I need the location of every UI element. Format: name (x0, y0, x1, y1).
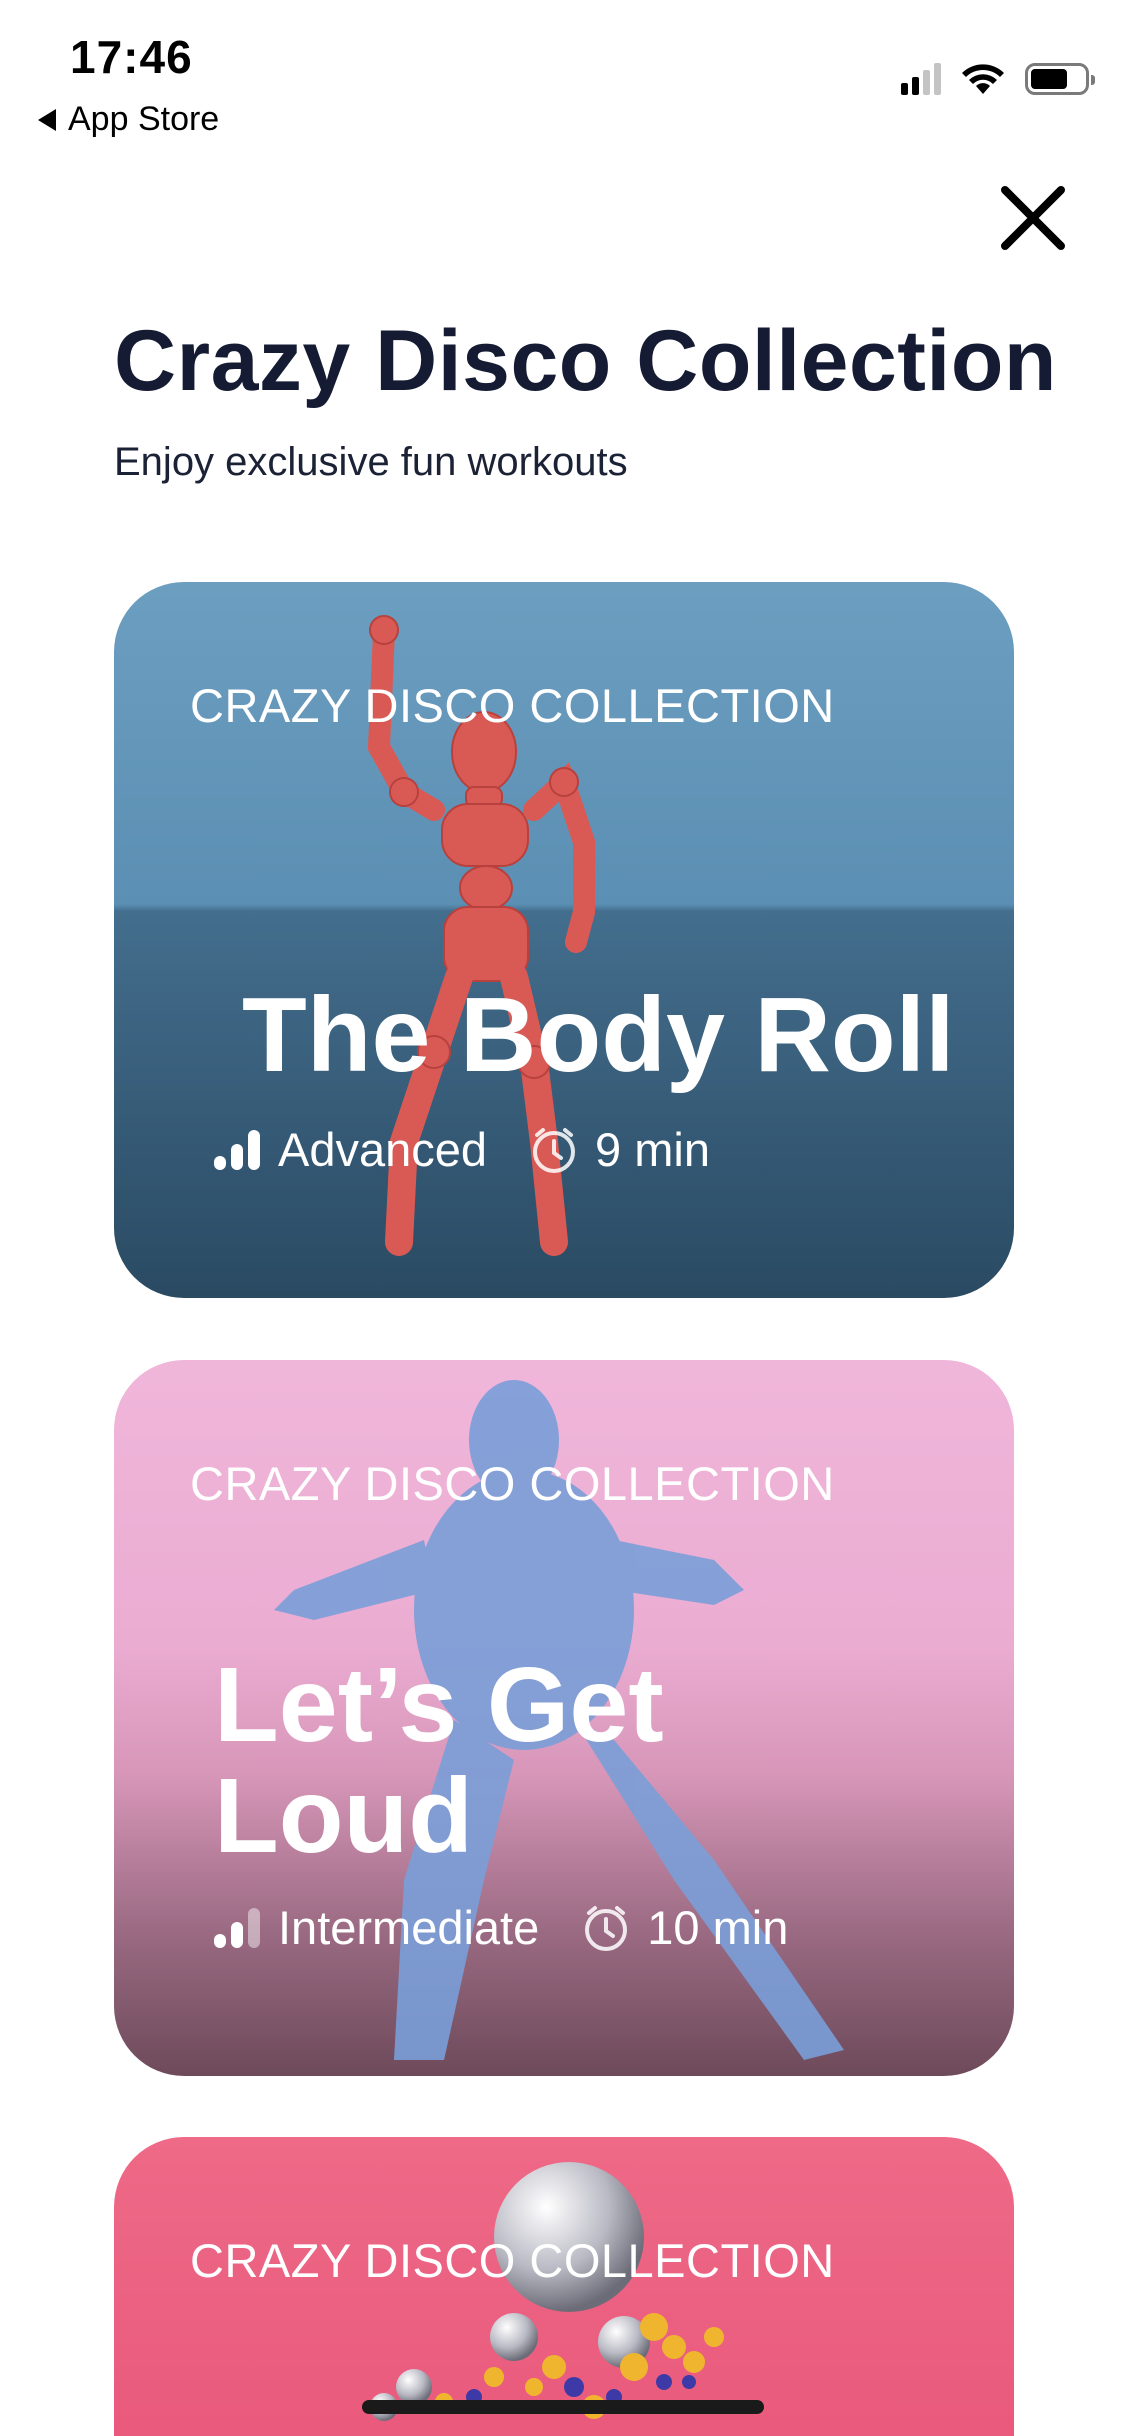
timer-icon (533, 1127, 576, 1173)
card-duration: 10 min (647, 1901, 789, 1954)
card-level: Intermediate (278, 1901, 540, 1954)
screen: 17:46 App Store Crazy Disco Collection E… (0, 0, 1125, 2436)
back-to-app-store[interactable]: App Store (38, 100, 219, 139)
card-meta: Intermediate 10 min (214, 1900, 788, 1955)
card-title: Let’s Get Loud (214, 1646, 664, 1876)
home-indicator (362, 2400, 764, 2414)
wifi-icon (962, 64, 1004, 94)
level-bars-icon (214, 1129, 260, 1170)
back-app-label: App Store (68, 100, 220, 138)
card-collection-label: CRAZY DISCO COLLECTION (190, 1457, 835, 1510)
card-collection-label: CRAZY DISCO COLLECTION (190, 2234, 835, 2287)
back-triangle-icon (38, 108, 56, 131)
level-bars-icon (214, 1907, 260, 1948)
signal-icon (901, 63, 941, 95)
card-title: The Body Roll (242, 976, 955, 1094)
status-indicators (901, 62, 1095, 96)
battery-icon (1025, 63, 1095, 95)
status-time: 17:46 (70, 31, 193, 83)
card-meta: Advanced 9 min (214, 1122, 710, 1177)
card-collection-label: CRAZY DISCO COLLECTION (190, 679, 835, 732)
workout-card-body-roll[interactable]: CRAZY DISCO COLLECTION The Body Roll Adv… (114, 582, 1014, 1298)
workout-card-lets-get-loud[interactable]: CRAZY DISCO COLLECTION Let’s Get Loud In… (114, 1360, 1014, 2076)
workout-card-third[interactable]: CRAZY DISCO COLLECTION (114, 2137, 1014, 2436)
page-title: Crazy Disco Collection (114, 313, 1057, 409)
card-level: Advanced (278, 1123, 488, 1176)
page-subtitle: Enjoy exclusive fun workouts (114, 440, 628, 484)
timer-icon (585, 1905, 628, 1951)
close-icon[interactable] (995, 180, 1071, 256)
card-duration: 9 min (595, 1123, 710, 1176)
